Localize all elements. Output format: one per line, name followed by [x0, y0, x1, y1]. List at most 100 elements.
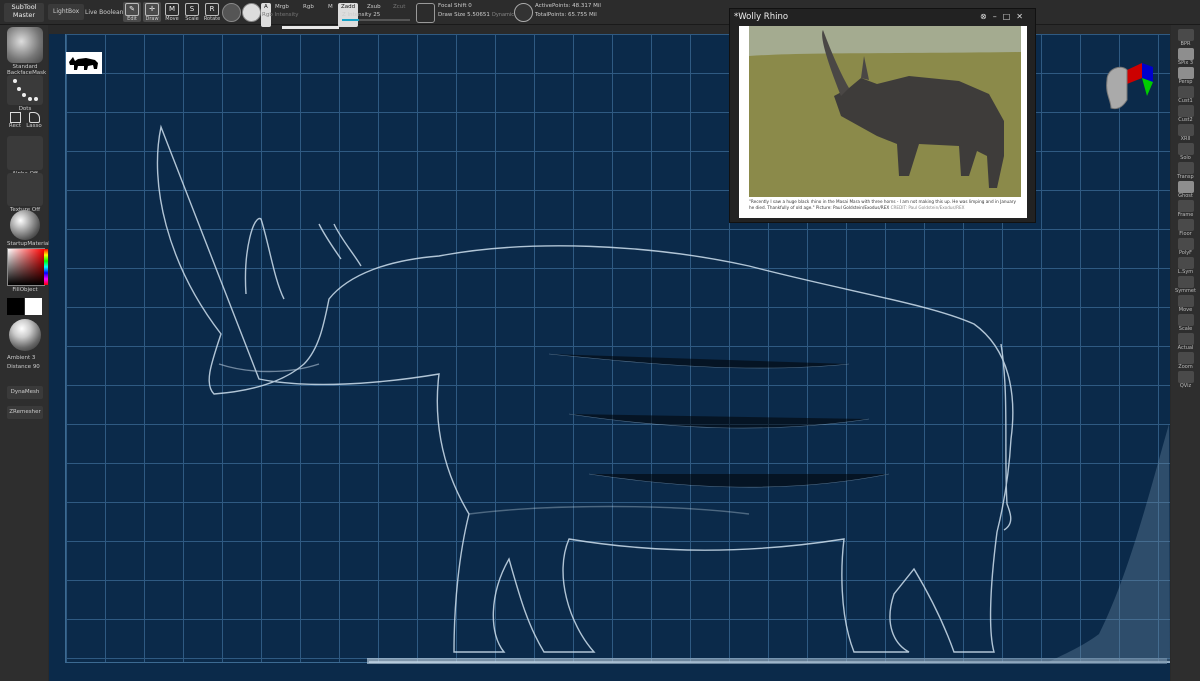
cust1-icon	[1177, 86, 1194, 98]
secondary-color-swatch[interactable]	[7, 298, 24, 315]
right-shelf-polyf-button[interactable]: PolyF	[1173, 238, 1198, 256]
texture-selector[interactable]: Texture Off	[7, 173, 43, 213]
minimize-icon[interactable]: –	[993, 12, 1003, 21]
right-shelf-actual-button[interactable]: Actual	[1173, 333, 1198, 351]
right-shelf-zoom-button[interactable]: Zoom	[1173, 352, 1198, 370]
photo-caption: "Recently I saw a huge black rhino in th…	[749, 199, 1016, 210]
color-picker[interactable]: FillObject	[7, 248, 48, 293]
cust2-icon	[1177, 105, 1194, 117]
right-shelf-l-sym-button[interactable]: L.Sym	[1173, 257, 1198, 275]
main-color-swatch[interactable]	[25, 298, 42, 315]
maximize-icon[interactable]: □	[1003, 12, 1017, 21]
mode-rgb[interactable]: Rgb	[300, 3, 317, 27]
alpha-selector[interactable]: Alpha Off	[7, 136, 43, 177]
ambient-slider[interactable]: Ambient 3	[7, 355, 43, 361]
lazy-mouse-icon[interactable]	[416, 3, 435, 23]
right-shelf: BPR SPix 3 Persp Cust1 Cust2 XRII Solo Transp Gh…	[1171, 25, 1200, 681]
right-shelf-spix-3-button[interactable]: SPix 3	[1173, 48, 1198, 66]
right-shelf-solo-button[interactable]: Solo	[1173, 143, 1198, 161]
right-shelf-persp-button[interactable]: Persp	[1173, 67, 1198, 85]
draw-button[interactable]: ✛ Draw	[143, 2, 161, 22]
reference-image-window[interactable]: *Wolly Rhino ⊗–□✕ "Recently I saw a huge…	[729, 8, 1036, 223]
close-icon[interactable]: ✕	[1016, 12, 1029, 21]
left-shelf: Standard BackfaceMask Dots Rect Lasso Al…	[0, 25, 50, 681]
rect-selection[interactable]: Rect	[6, 112, 24, 129]
right-shelf-ghost-button[interactable]: Ghost	[1173, 181, 1198, 199]
right-shelf-label: Solo	[1180, 155, 1191, 161]
scale-button[interactable]: S Scale	[183, 2, 201, 22]
right-shelf-label: BPR	[1180, 41, 1191, 47]
right-shelf-label: Cust1	[1178, 98, 1193, 104]
xrii-icon	[1177, 124, 1194, 136]
rect-icon	[9, 112, 21, 123]
right-shelf-move-button[interactable]: Move	[1173, 295, 1198, 313]
live-boolean-button[interactable]: Live Boolean	[85, 9, 123, 19]
zoom-icon	[1177, 352, 1194, 364]
right-shelf-bpr-button[interactable]: BPR	[1173, 29, 1198, 47]
right-shelf-label: Floor	[1179, 231, 1192, 237]
symmet-icon	[1177, 276, 1194, 288]
lasso-selection[interactable]: Lasso	[25, 112, 43, 129]
rgb-intensity-label: Rgb Intensity	[262, 12, 299, 18]
right-shelf-scale-button[interactable]: Scale	[1173, 314, 1198, 332]
hue-strip[interactable]	[44, 249, 48, 285]
terrain-mesh	[1049, 424, 1170, 662]
right-shelf-label: XRII	[1180, 136, 1191, 142]
right-shelf-frame-button[interactable]: Frame	[1173, 200, 1198, 218]
stroke-dots[interactable]: Dots	[7, 75, 43, 112]
right-shelf-label: Scale	[1178, 326, 1193, 332]
right-shelf-label: Persp	[1178, 79, 1193, 85]
z-intensity-slider[interactable]	[342, 19, 410, 21]
z-intensity-fill	[342, 19, 359, 21]
edit-icon: ✎	[125, 3, 139, 16]
mode-zcut[interactable]: Zcut	[390, 3, 408, 27]
dynamic-toggle[interactable]: Dynamic	[492, 12, 514, 36]
color-square[interactable]	[7, 248, 48, 286]
right-shelf-label: Zoom	[1178, 364, 1193, 370]
brush-thumb-icon	[7, 27, 43, 63]
light-sphere[interactable]	[7, 319, 43, 351]
right-shelf-qviz-button[interactable]: QViz	[1173, 371, 1198, 389]
subtool-master-button[interactable]: SubTool Master	[4, 3, 44, 22]
material-sphere-icon	[10, 210, 40, 240]
ghost-icon	[1177, 181, 1194, 193]
stroke-button[interactable]	[242, 3, 261, 22]
total-points: TotalPoints: 65.755 Mil	[535, 12, 597, 18]
right-shelf-cust2-button[interactable]: Cust2	[1173, 105, 1198, 123]
frame-icon	[1177, 200, 1194, 212]
right-shelf-transp-button[interactable]: Transp	[1173, 162, 1198, 180]
symmetry-icon[interactable]	[514, 3, 533, 22]
rhino-photo-illustration	[749, 26, 1021, 197]
brush-alpha-button[interactable]	[222, 3, 241, 22]
move-icon	[1177, 295, 1194, 307]
mode-m[interactable]: M	[325, 3, 336, 27]
polyf-icon	[1177, 238, 1194, 250]
window-controls: ⊗–□✕	[980, 12, 1029, 21]
right-shelf-floor-button[interactable]: Floor	[1173, 219, 1198, 237]
brush-standard[interactable]: Standard BackfaceMask	[7, 27, 46, 76]
spix-3-icon	[1177, 48, 1194, 60]
right-shelf-symmet-button[interactable]: Symmet	[1173, 276, 1198, 294]
rotate-button[interactable]: R Rotate	[203, 2, 221, 22]
draw-size-readout[interactable]: Draw Size 5.50651	[438, 12, 490, 36]
move-button[interactable]: M Move	[163, 2, 181, 22]
dynamesh-button[interactable]: DynaMesh	[7, 386, 43, 399]
navigation-gizmo[interactable]	[1097, 50, 1157, 120]
right-shelf-xrii-button[interactable]: XRII	[1173, 124, 1198, 142]
right-shelf-cust1-button[interactable]: Cust1	[1173, 86, 1198, 104]
z-intensity-readout[interactable]: Z Intensity 25	[342, 12, 380, 36]
edit-button[interactable]: ✎ Edit	[123, 2, 141, 22]
right-shelf-label: SPix 3	[1177, 60, 1194, 66]
floor-icon	[1177, 219, 1194, 231]
distance-slider[interactable]: Distance 90	[7, 364, 43, 370]
dots-pattern-icon	[13, 79, 38, 101]
right-shelf-label: Cust2	[1178, 117, 1193, 123]
pin-icon[interactable]: ⊗	[980, 12, 993, 21]
scroll-indicator[interactable]	[282, 26, 339, 29]
zremesher-button[interactable]: ZRemesher	[7, 406, 43, 419]
light-sphere-icon[interactable]	[9, 319, 41, 351]
material-selector[interactable]: StartupMaterial	[7, 210, 50, 247]
lightbox-button[interactable]: LightBox	[48, 4, 85, 20]
persp-icon	[1177, 67, 1194, 79]
solo-icon	[1177, 143, 1194, 155]
